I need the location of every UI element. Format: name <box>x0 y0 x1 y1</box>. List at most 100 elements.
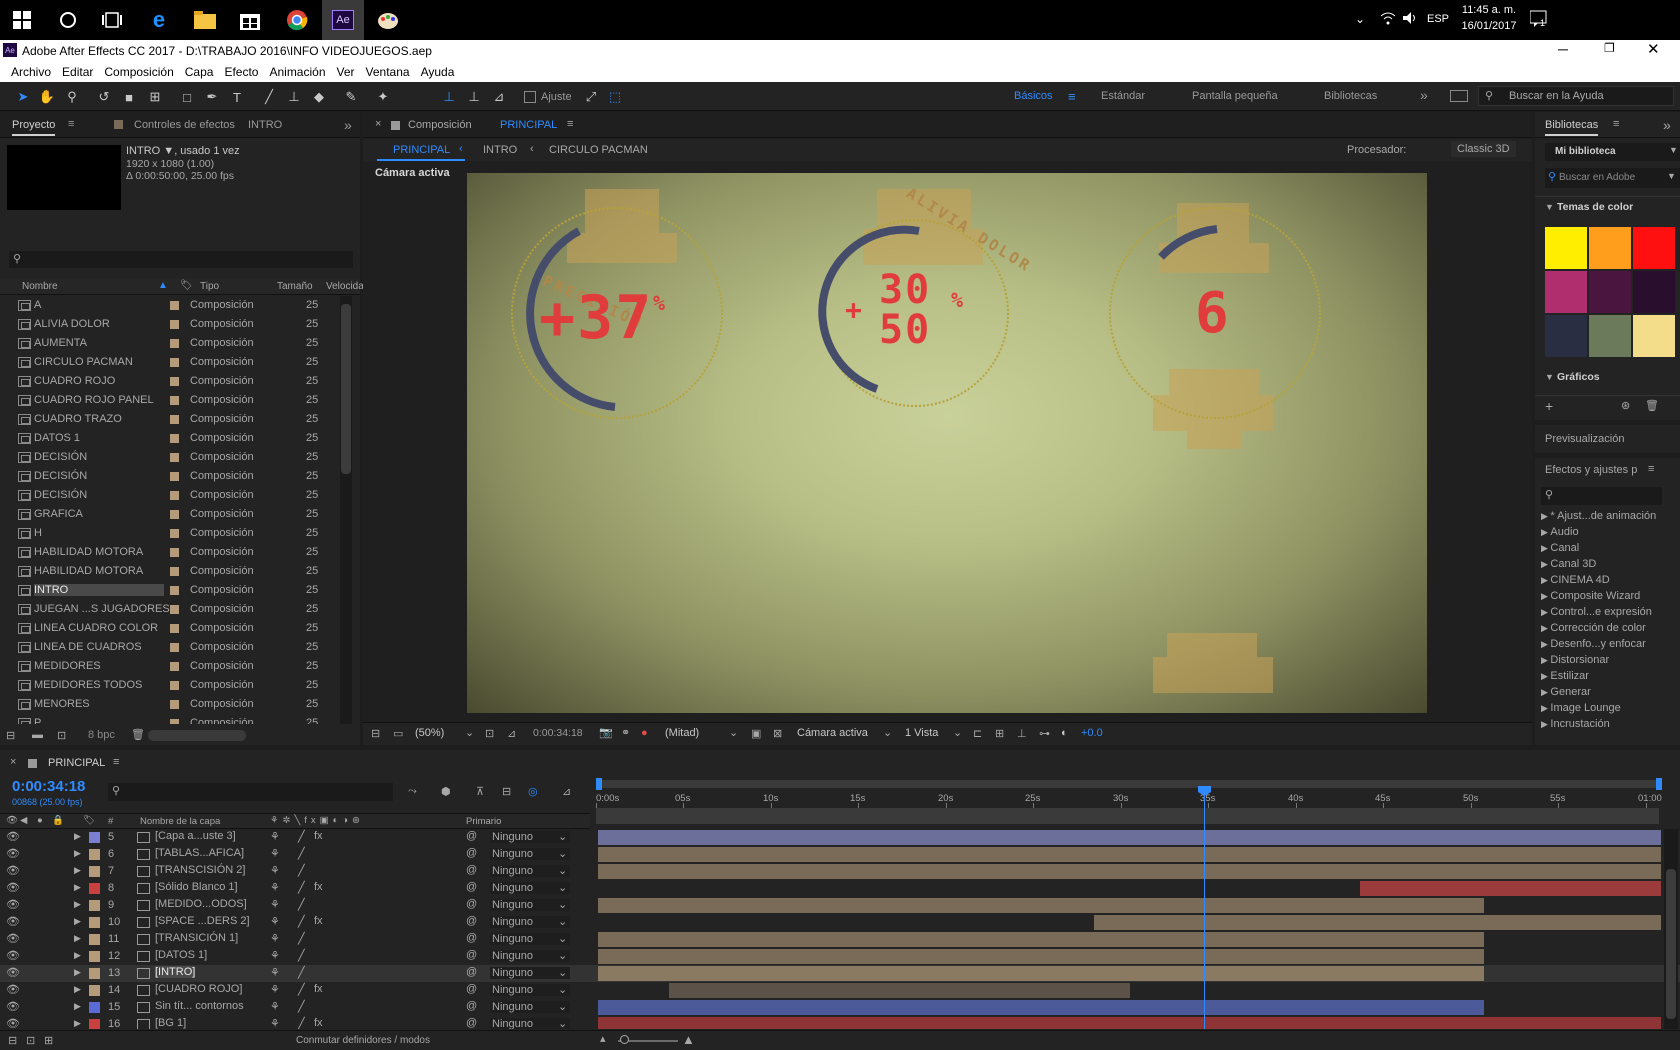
menu-archivo[interactable]: Archivo <box>11 65 51 79</box>
shy-layers-icon[interactable]: ⊼ <box>476 785 484 798</box>
creative-cloud-icon[interactable]: ⊛ <box>1621 399 1630 412</box>
project-item[interactable]: MEDIDORES TODOS Composición 25 <box>0 676 340 695</box>
fast-previews-icon[interactable]: ⊞ <box>995 727 1004 740</box>
layer-name[interactable]: [Capa a...uste 3] <box>155 830 236 842</box>
eraser-tool-icon[interactable]: ◆ <box>310 88 328 106</box>
lock-switch-icon[interactable]: 🔒 <box>52 815 64 826</box>
task-view-icon[interactable] <box>96 4 128 36</box>
video-visible-icon[interactable]: 👁 <box>6 1017 20 1029</box>
effect-category[interactable]: ▶ Canal <box>1541 542 1579 554</box>
quality-icon[interactable]: ╱ <box>298 898 305 911</box>
bit-depth[interactable]: 8 bpc <box>88 729 115 741</box>
flowchart-icon[interactable]: ⊶ <box>1039 727 1050 740</box>
menu-ayuda[interactable]: Ayuda <box>421 65 455 79</box>
zoom-slider-thumb[interactable] <box>620 1035 629 1044</box>
label-column-icon[interactable]: 🏷 <box>180 280 193 291</box>
color-swatch[interactable] <box>1589 315 1631 357</box>
layer-duration-bar[interactable] <box>1094 915 1661 930</box>
exposure-value[interactable]: +0.0 <box>1081 727 1103 739</box>
effect-category[interactable]: ▶ Incrustación <box>1541 718 1610 730</box>
timeline-scrollbar[interactable] <box>1664 829 1678 1029</box>
parent-pickwhip-icon[interactable]: @ <box>466 881 477 893</box>
quality-icon[interactable]: ╱ <box>298 847 305 860</box>
layer-name[interactable]: [DATOS 1] <box>155 949 207 961</box>
layer-name[interactable]: [TRANSICIÓN 1] <box>155 932 238 944</box>
dropdown-icon[interactable]: ▼ <box>160 145 174 157</box>
tab-previsualizacion[interactable]: Previsualización <box>1545 433 1624 445</box>
layer-row[interactable]: 👁 ▶ 12 [DATOS 1] ⚘ ╱ @ Ninguno ⌄ <box>0 948 1680 965</box>
comp-tab-prefix[interactable]: Composición <box>408 119 472 131</box>
project-scrollbar[interactable] <box>340 296 352 724</box>
chevron-down-icon[interactable]: ⌄ <box>558 966 567 979</box>
fit-icon[interactable]: ⊡ <box>485 727 494 740</box>
project-item[interactable]: CUADRO TRAZO Composición 25 <box>0 410 340 429</box>
timeline-tab-name[interactable]: PRINCIPAL <box>48 757 105 769</box>
panel-menu-icon[interactable]: ≡ <box>113 756 119 768</box>
layer-expand-icon[interactable]: ▶ <box>74 984 81 995</box>
layer-expand-icon[interactable]: ▶ <box>74 1001 81 1012</box>
project-item[interactable]: P Composición 25 <box>0 714 340 724</box>
layer-row[interactable]: 👁 ▶ 11 [TRANSICIÓN 1] ⚘ ╱ @ Ninguno ⌄ <box>0 931 1680 948</box>
parent-pickwhip-icon[interactable]: @ <box>466 966 477 978</box>
layer-name[interactable]: [INTRO] <box>155 966 196 978</box>
project-item[interactable]: CIRCULO PACMAN Composición 25 <box>0 353 340 372</box>
clone-stamp-tool-icon[interactable]: ⊥ <box>285 88 303 106</box>
breadcrumb-intro[interactable]: INTRO <box>483 144 517 156</box>
chevron-down-icon[interactable]: ⌄ <box>558 847 567 860</box>
layer-name[interactable]: Sin tít... contornos <box>155 1000 244 1012</box>
delete-icon[interactable]: 🗑 <box>131 728 145 741</box>
layer-expand-icon[interactable]: ▶ <box>74 933 81 944</box>
layer-name[interactable]: [SPACE ...DERS 2] <box>155 915 250 927</box>
col-tamano[interactable]: Tamaño <box>277 281 313 292</box>
label-column-icon[interactable]: 🏷 <box>83 815 95 826</box>
rotate-tool-icon[interactable]: ↺ <box>95 88 113 106</box>
menu-ventana[interactable]: Ventana <box>366 65 410 79</box>
layer-row[interactable]: 👁 ▶ 6 [TABLAS...AFICA] ⚘ ╱ @ Ninguno ⌄ <box>0 846 1680 863</box>
color-swatch[interactable] <box>1545 271 1587 313</box>
quality-icon[interactable]: ╱ <box>298 830 305 843</box>
chevron-down-icon[interactable]: ⌄ <box>558 1000 567 1013</box>
monitor-icon[interactable]: ▭ <box>393 727 403 740</box>
volume-icon[interactable] <box>1402 11 1418 28</box>
playhead[interactable] <box>1198 786 1211 1029</box>
layer-search-input[interactable]: ⚲ <box>108 783 393 801</box>
graph-editor-icon[interactable]: ⊿ <box>562 785 571 798</box>
add-icon[interactable]: + <box>1545 398 1553 414</box>
effect-switch-icon[interactable]: fx <box>314 881 323 893</box>
project-item[interactable]: INTRO Composición 25 <box>0 581 340 600</box>
world-axis-icon[interactable]: ⊥ <box>465 88 483 106</box>
layer-duration-bar[interactable] <box>598 898 1484 913</box>
effect-category[interactable]: ▶ Estilizar <box>1541 670 1589 682</box>
layer-expand-icon[interactable]: ▶ <box>74 865 81 876</box>
roto-brush-tool-icon[interactable]: ✎ <box>342 88 360 106</box>
effect-category[interactable]: ▶ Image Lounge <box>1541 702 1621 714</box>
collapse-transform-icon[interactable]: ⚘ <box>270 949 280 962</box>
effect-category[interactable]: ▶ Audio <box>1541 526 1579 538</box>
menu-ver[interactable]: Ver <box>337 65 355 79</box>
project-item[interactable]: DECISIÓN Composición 25 <box>0 467 340 486</box>
quality-icon[interactable]: ╱ <box>298 864 305 877</box>
region-of-interest-icon[interactable]: ▣ <box>751 727 761 740</box>
tab-efectos-ajustes[interactable]: Efectos y ajustes p <box>1545 464 1637 476</box>
snap-options-icon[interactable]: ⤢ <box>582 88 600 106</box>
panel-menu-icon[interactable]: ≡ <box>567 118 573 130</box>
project-item[interactable]: LINEA DE CUADROS Composición 25 <box>0 638 340 657</box>
color-swatch[interactable] <box>1589 271 1631 313</box>
layer-row[interactable]: 👁 ▶ 16 [BG 1] ⚘ ╱ fx @ Ninguno ⌄ <box>0 1016 1680 1029</box>
collapse-transform-icon[interactable]: ⚘ <box>270 847 280 860</box>
frame-blending-icon[interactable]: ⊟ <box>502 785 511 798</box>
video-visible-icon[interactable]: 👁 <box>6 915 20 928</box>
rectangle-tool-icon[interactable]: □ <box>178 88 196 106</box>
layer-expand-icon[interactable]: ▶ <box>74 882 81 893</box>
layer-expand-icon[interactable]: ▶ <box>74 1018 81 1029</box>
layer-expand-icon[interactable]: ▶ <box>74 950 81 961</box>
view-axis-icon[interactable]: ⊿ <box>490 88 508 106</box>
effect-category[interactable]: ▶ Composite Wizard <box>1541 590 1640 602</box>
project-item[interactable]: ALIVIA DOLOR Composición 25 <box>0 315 340 334</box>
col-tipo[interactable]: Tipo <box>200 281 219 292</box>
breadcrumb-principal[interactable]: PRINCIPAL <box>393 144 450 156</box>
video-visible-icon[interactable]: 👁 <box>6 830 20 843</box>
chevron-down-icon[interactable]: ⌄ <box>883 726 892 739</box>
project-item[interactable]: LINEA CUADRO COLOR Composición 25 <box>0 619 340 638</box>
quality-icon[interactable]: ╱ <box>298 915 305 928</box>
